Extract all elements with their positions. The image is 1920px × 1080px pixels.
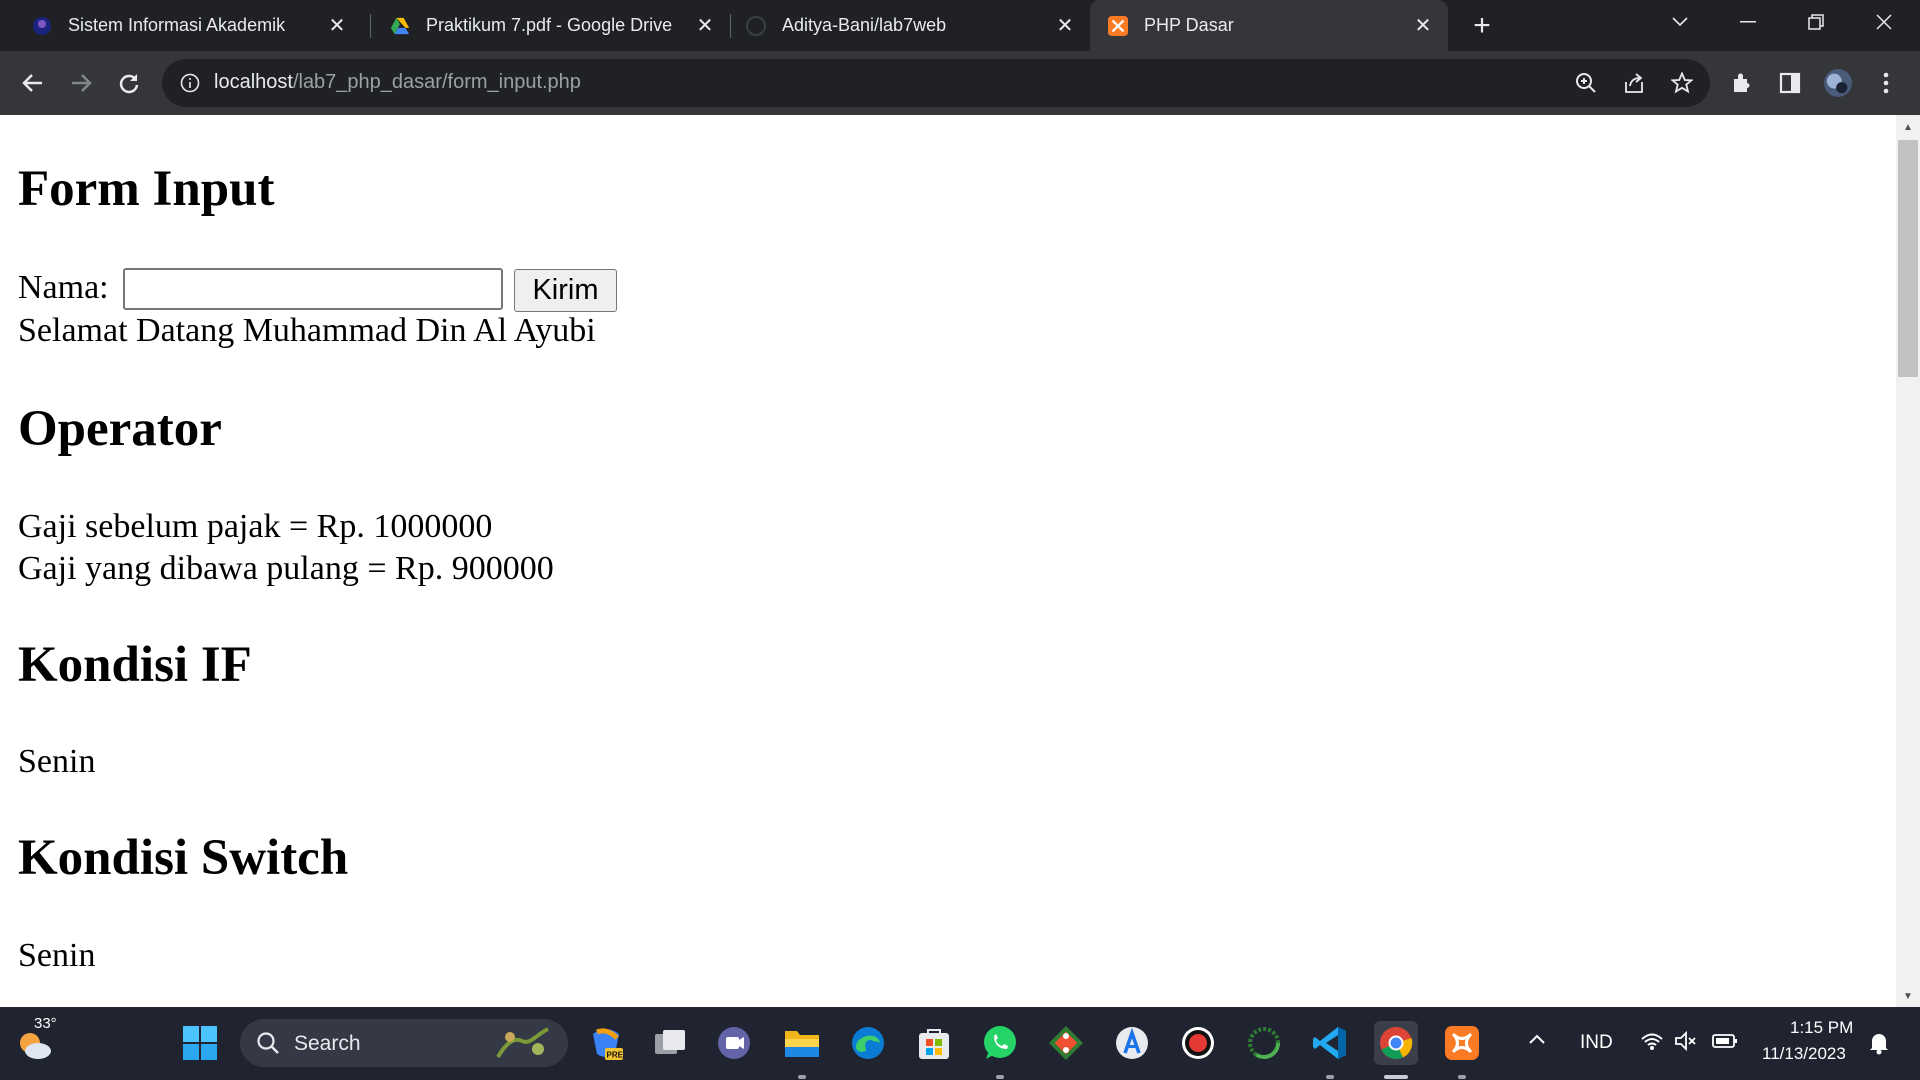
google-drive-icon: [390, 16, 410, 36]
search-label: Search: [294, 1032, 361, 1055]
show-hidden-icons-button[interactable]: [1528, 1029, 1546, 1051]
zoom-icon[interactable]: [1574, 71, 1598, 95]
tab-strip: Sistem Informasi Akademik ✕ Praktikum 7.…: [0, 0, 1920, 51]
search-icon: [256, 1031, 280, 1060]
teams-chat-icon[interactable]: [712, 1021, 756, 1065]
scroll-up-arrow[interactable]: ▲: [1898, 118, 1918, 136]
taskbar-search[interactable]: Search: [240, 1019, 568, 1067]
language-indicator[interactable]: IND: [1580, 1032, 1613, 1054]
switch-result-text: Senin: [18, 937, 96, 974]
site-info-icon[interactable]: [178, 71, 202, 95]
tab-title: Sistem Informasi Akademik: [68, 15, 286, 35]
loader-icon[interactable]: [1242, 1021, 1286, 1065]
copilot-icon[interactable]: PRE: [584, 1021, 628, 1065]
wifi-icon[interactable]: [1640, 1031, 1664, 1057]
tab-github-repo[interactable]: Aditya-Bani/lab7web ✕: [732, 0, 1090, 51]
share-icon[interactable]: [1622, 71, 1646, 95]
close-icon[interactable]: ✕: [326, 15, 348, 37]
notification-bell-icon[interactable]: [1868, 1031, 1890, 1061]
profile-avatar[interactable]: [1824, 69, 1852, 97]
url-host: localhost: [214, 71, 293, 93]
windows-taskbar: 33° Search PRE IND 1:15 PM 11/13/2023: [0, 1007, 1920, 1080]
tab-title: Praktikum 7.pdf - Google Drive: [426, 15, 673, 35]
github-icon: [746, 15, 766, 36]
android-studio-icon[interactable]: [1110, 1021, 1154, 1065]
address-bar[interactable]: localhost/lab7_php_dasar/form_input.php: [162, 59, 1710, 107]
tab-php-dasar[interactable]: PHP Dasar ✕: [1090, 0, 1448, 51]
close-icon[interactable]: ✕: [1054, 15, 1076, 37]
tab-separator: [370, 14, 371, 38]
kondisi-switch-heading: Kondisi Switch: [18, 830, 349, 886]
gaji-dibawa-text: Gaji yang dibawa pulang = Rp. 900000: [18, 550, 554, 587]
browser-toolbar: localhost/lab7_php_dasar/form_input.php: [0, 51, 1920, 115]
clock-date[interactable]: 11/13/2023: [1762, 1044, 1846, 1064]
close-window-button[interactable]: [1854, 0, 1914, 44]
welcome-text: Selamat Datang Muhammad Din Al Ayubi: [18, 312, 596, 349]
page-content: Form Input Nama: Kirim Selamat Datang Mu…: [0, 115, 1896, 1007]
start-button[interactable]: [178, 1021, 222, 1065]
active-app-indicator: [1384, 1075, 1408, 1079]
microsoft-store-icon[interactable]: [912, 1021, 956, 1065]
vscode-icon[interactable]: [1308, 1021, 1352, 1065]
menu-kebab-icon[interactable]: [1872, 69, 1900, 97]
nama-label: Nama:: [18, 269, 109, 306]
volume-muted-icon[interactable]: [1674, 1030, 1698, 1057]
weather-widget[interactable]: 33°: [12, 1015, 57, 1065]
gaji-sebelum-text: Gaji sebelum pajak = Rp. 1000000: [18, 508, 493, 545]
url-text: localhost/lab7_php_dasar/form_input.php: [214, 71, 581, 94]
campus-logo-icon: [32, 16, 52, 36]
reload-button[interactable]: [111, 65, 147, 101]
minimize-button[interactable]: [1718, 0, 1778, 44]
close-icon[interactable]: ✕: [1412, 15, 1434, 37]
tab-search-icon[interactable]: [1650, 0, 1710, 44]
svg-text:PRE: PRE: [607, 1051, 624, 1060]
restore-button[interactable]: [1786, 0, 1846, 44]
kondisi-if-heading: Kondisi IF: [18, 637, 252, 693]
kirim-button[interactable]: Kirim: [514, 269, 617, 312]
forward-button[interactable]: [63, 65, 99, 101]
running-indicator: [798, 1075, 806, 1079]
whatsapp-icon[interactable]: [978, 1021, 1022, 1065]
search-highlight-icon: [492, 1023, 554, 1068]
tab-praktikum-pdf[interactable]: Praktikum 7.pdf - Google Drive ✕: [372, 0, 730, 51]
operator-heading: Operator: [18, 401, 222, 457]
scroll-down-arrow[interactable]: ▼: [1898, 987, 1918, 1005]
clock-time[interactable]: 1:15 PM: [1790, 1018, 1853, 1038]
battery-icon[interactable]: [1712, 1033, 1738, 1055]
form-input-heading: Form Input: [18, 161, 275, 217]
xampp-icon[interactable]: [1440, 1021, 1484, 1065]
new-tab-button[interactable]: +: [1466, 9, 1498, 42]
running-indicator: [1326, 1075, 1334, 1079]
edge-icon[interactable]: [846, 1021, 890, 1065]
running-indicator: [996, 1075, 1004, 1079]
if-result-text: Senin: [18, 743, 96, 780]
xampp-icon: [1108, 15, 1128, 36]
close-icon[interactable]: ✕: [694, 15, 716, 37]
task-view-icon[interactable]: [648, 1021, 692, 1065]
tab-title: PHP Dasar: [1144, 15, 1234, 35]
weather-temp: 33°: [34, 1015, 57, 1032]
back-button[interactable]: [15, 65, 51, 101]
tab-separator: [730, 14, 731, 38]
side-panel-icon[interactable]: [1776, 69, 1804, 97]
url-path: /lab7_php_dasar/form_input.php: [292, 71, 581, 93]
tab-title: Aditya-Bani/lab7web: [782, 15, 947, 35]
git-icon[interactable]: [1044, 1021, 1088, 1065]
tab-sistem-informasi[interactable]: Sistem Informasi Akademik ✕: [0, 0, 362, 51]
extensions-icon[interactable]: [1728, 69, 1756, 97]
nama-input[interactable]: [123, 268, 503, 310]
chrome-icon[interactable]: [1374, 1021, 1418, 1065]
running-indicator: [1458, 1075, 1466, 1079]
scrollbar-thumb[interactable]: [1898, 140, 1918, 377]
file-explorer-icon[interactable]: [780, 1021, 824, 1065]
obs-icon[interactable]: [1176, 1021, 1220, 1065]
bookmark-star-icon[interactable]: [1670, 71, 1694, 95]
